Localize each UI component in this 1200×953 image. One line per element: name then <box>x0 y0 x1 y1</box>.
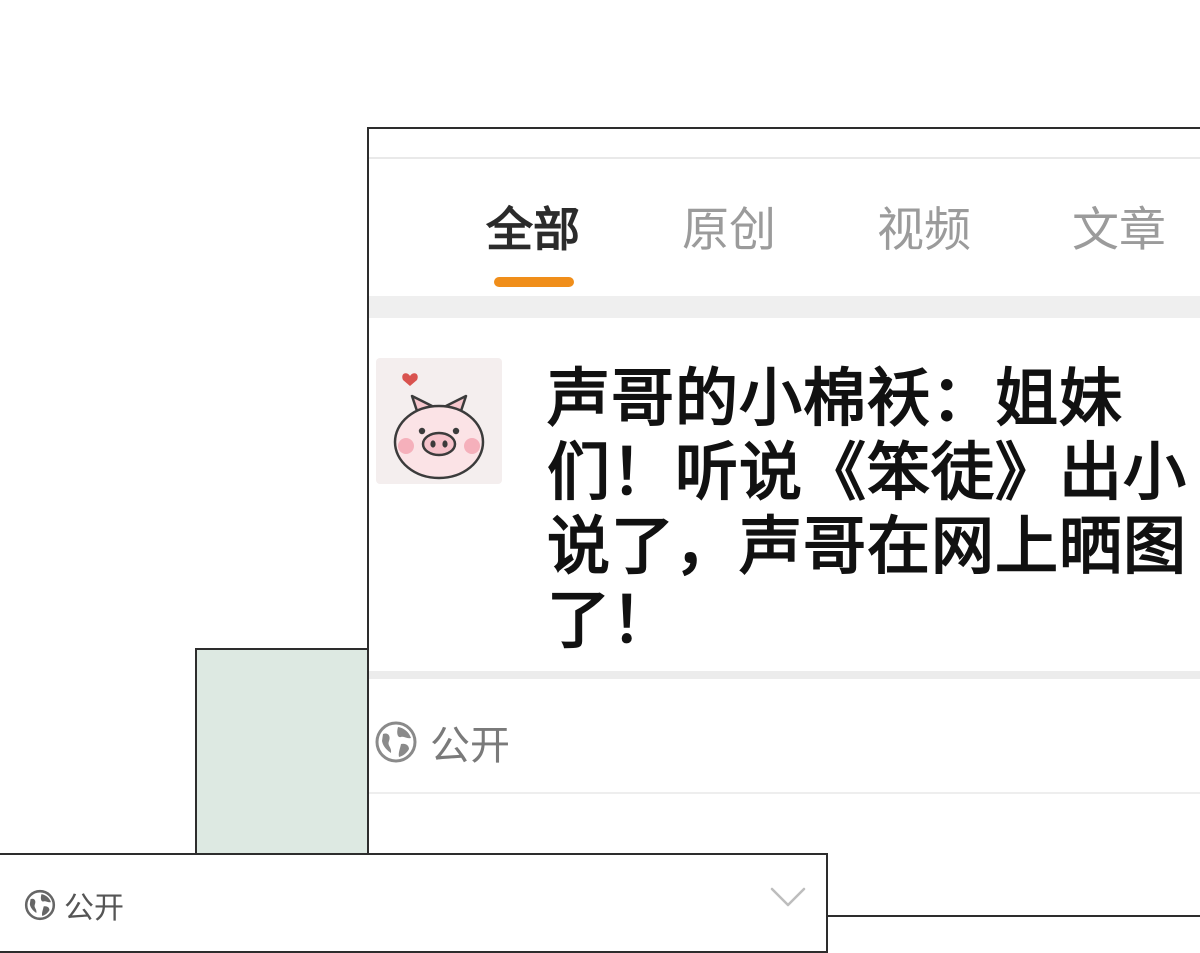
background-green-panel <box>195 648 385 868</box>
globe-icon <box>375 721 417 763</box>
post-content-text: 声哥的小棉袄：姐妹们！听说《笨徒》出小说了，声哥在网上晒图了！ <box>547 361 1187 657</box>
visibility-label: 公开 <box>430 723 510 769</box>
chevron-down-icon[interactable] <box>768 885 808 909</box>
visibility-selector[interactable]: 公开 <box>24 883 124 927</box>
visibility-setting[interactable]: 公开 <box>374 717 510 769</box>
tab-original[interactable]: 原创 <box>682 199 776 263</box>
bottom-visibility-label: 公开 <box>64 891 124 926</box>
tab-all[interactable]: 全部 <box>486 199 580 263</box>
tab-article[interactable]: 文章 <box>1072 199 1166 263</box>
globe-icon <box>24 889 56 921</box>
top-divider <box>369 157 1200 159</box>
active-tab-indicator <box>494 277 574 287</box>
footer-divider <box>369 792 1200 794</box>
pig-avatar-icon[interactable] <box>376 358 502 484</box>
post-filter-panel: 全部 原创 视频 文章 声哥的小棉袄：姐妹们！听说《笨徒》出小说了，声哥在网上晒… <box>367 127 1200 917</box>
section-divider <box>369 296 1200 318</box>
tab-video[interactable]: 视频 <box>877 199 971 263</box>
content-divider <box>369 671 1200 679</box>
visibility-selector-bar[interactable]: 公开 <box>0 853 828 953</box>
